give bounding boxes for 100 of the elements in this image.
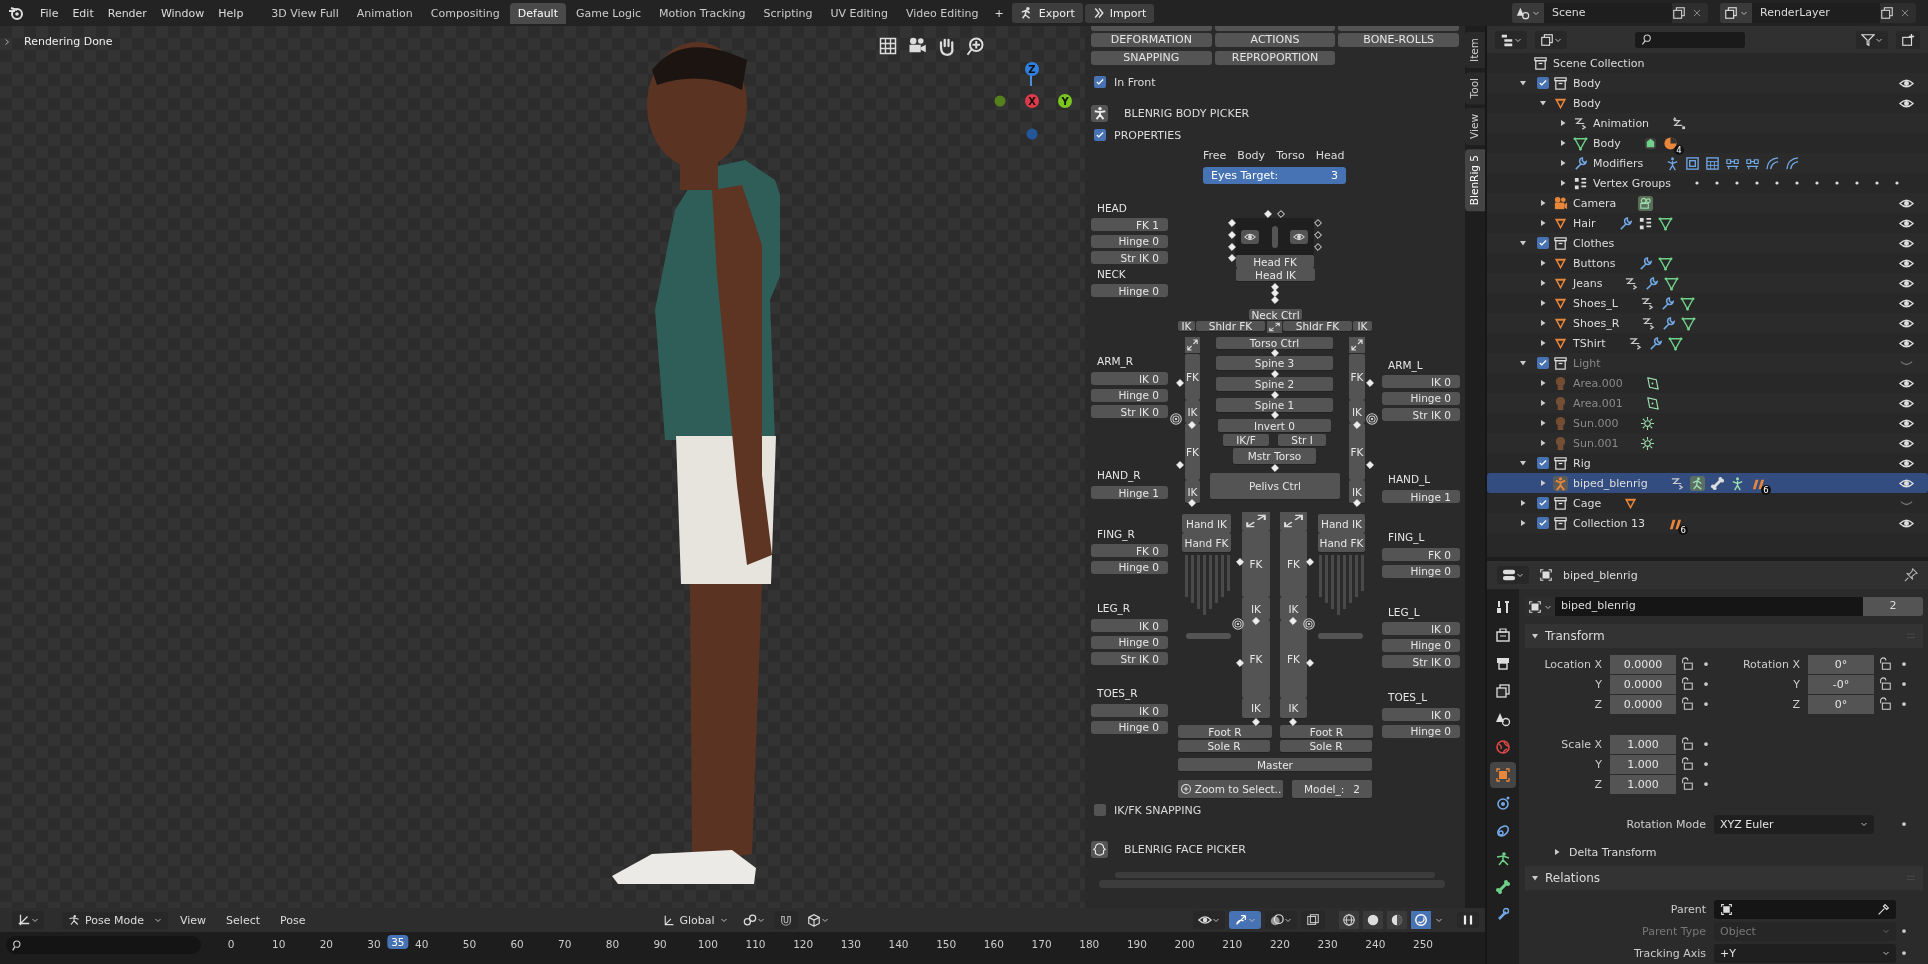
bone-button[interactable]: FK [1242,530,1270,597]
bone-button[interactable]: Str I [1278,434,1326,446]
outliner-row[interactable]: Vertex Groups [1487,173,1928,193]
sidebar-tab[interactable]: Item [1465,32,1485,68]
property-button[interactable]: Hinge 0 [1091,388,1168,402]
outliner-row[interactable]: Sun.000 [1487,413,1928,433]
property-button[interactable]: Str IK 0 [1091,251,1168,264]
bone-button[interactable]: Foot R [1280,725,1373,738]
model-field[interactable]: Model_: 2 [1292,780,1372,798]
property-button[interactable]: IK 0 [1382,622,1460,635]
menu-item[interactable]: Window [154,3,211,23]
bone-button[interactable]: Spine 2 [1216,377,1333,391]
bone-button[interactable]: Torso Ctrl [1216,337,1333,349]
bone-button[interactable]: IK [1185,480,1200,503]
property-button[interactable]: IK 0 [1091,619,1168,632]
menu-item[interactable]: Help [212,3,250,23]
picker-menu-button[interactable]: BONE-ROLLS [1338,33,1459,47]
property-button[interactable]: IK 0 [1091,372,1168,385]
menu-item[interactable]: Select [218,911,269,929]
zoom-to-selected-button[interactable]: Zoom to Select.. [1178,780,1283,798]
bone-button[interactable]: FK [1349,423,1365,480]
property-button[interactable]: Hinge 0 [1091,284,1168,297]
bone-button[interactable]: Shldr FK [1196,321,1265,331]
outliner-row[interactable]: Body [1487,93,1928,113]
number-field[interactable]: -0° [1808,674,1874,694]
bone-button[interactable]: FK [1280,530,1307,597]
bone-button[interactable]: FK [1349,354,1365,400]
bone-button[interactable]: FK [1185,354,1200,400]
workspace-tab[interactable]: Video Editing [897,2,987,24]
current-frame-indicator[interactable]: 35 [387,935,409,949]
panel-title[interactable]: Transform [1545,629,1605,643]
bone-button[interactable]: Hand FK [1182,533,1231,552]
workspace-tab[interactable]: Default [509,2,566,24]
outliner-row[interactable]: Shoes_L [1487,293,1928,313]
bone-button[interactable]: Neck Ctrl [1249,309,1302,320]
sidebar-tab[interactable]: BlenRig 5 [1465,149,1485,212]
outliner-row[interactable]: Area.000 [1487,373,1928,393]
number-field[interactable]: 0.0000 [1610,654,1676,674]
bone-button[interactable]: IK [1185,400,1200,423]
workspace-tab[interactable]: UV Editing [822,2,896,24]
bone-button[interactable]: Hand IK [1318,514,1365,533]
property-button[interactable]: Hinge 0 [1382,391,1460,405]
object-name-field[interactable]: biped_blenrig [1555,597,1863,616]
workspace-tab[interactable]: Scripting [755,2,821,24]
number-field[interactable]: 0° [1808,654,1874,674]
number-field[interactable]: 1.000 [1610,754,1676,774]
menu-item[interactable]: Edit [66,3,100,23]
property-button[interactable]: Hinge 1 [1382,490,1460,503]
bone-button[interactable]: Mstr Torso [1233,448,1316,464]
sidebar-tab[interactable]: View [1465,108,1485,146]
property-button[interactable]: IK 0 [1382,375,1460,388]
bone-button[interactable]: IK/F [1223,434,1269,446]
bone-button[interactable]: IK [1178,321,1195,331]
rotation-mode-dropdown[interactable]: XYZ Euler [1714,814,1874,834]
bone-button[interactable]: FK [1185,423,1200,480]
bone-button[interactable]: IK [1242,597,1270,620]
bone-button[interactable]: IK [1280,597,1307,620]
property-button[interactable]: Hinge 0 [1091,560,1168,574]
menu-item[interactable]: View [172,911,215,929]
property-button[interactable]: Hinge 1 [1091,486,1168,499]
bone-button[interactable]: FK [1242,620,1270,698]
number-field[interactable]: 0° [1808,694,1874,714]
bone-button[interactable]: Shldr FK [1283,321,1352,331]
axis-handle[interactable]: X [1025,94,1039,108]
bone-button[interactable]: Sole R [1178,740,1270,752]
panel-title[interactable]: Delta Transform [1569,845,1657,859]
picker-menu-button[interactable]: SNAPPING [1091,51,1212,65]
workspace-tab[interactable]: Game Logic [568,2,649,24]
axis-handle[interactable]: Y [1058,94,1072,108]
menu-item[interactable]: File [34,3,65,23]
property-button[interactable]: Hinge 0 [1091,720,1168,734]
scene-field[interactable]: Scene [1544,3,1672,23]
property-button[interactable]: Hinge 0 [1382,724,1460,738]
user-count[interactable]: 2 [1863,597,1923,616]
outliner-row[interactable]: biped_blenrig 6 [1487,473,1928,493]
picker-menu-button[interactable]: DEFORMATION [1091,33,1212,47]
property-button[interactable]: FK 0 [1382,548,1460,561]
workspace-tab[interactable]: Compositing [422,2,508,24]
eyes-target-field[interactable]: Eyes Target: 3 [1203,167,1346,184]
outliner-row[interactable]: Cage [1487,493,1928,513]
number-field[interactable]: 0.0000 [1610,674,1676,694]
bone-button[interactable]: Pelivs Ctrl [1210,473,1340,499]
menu-item[interactable]: Pose [272,911,314,929]
outliner-row[interactable]: Buttons [1487,253,1928,273]
property-button[interactable]: FK 1 [1091,218,1168,231]
bone-button[interactable]: Head IK [1236,268,1315,281]
number-field[interactable]: 1.000 [1610,734,1676,754]
property-button[interactable]: Str IK 0 [1382,655,1460,668]
bone-button[interactable]: Hand FK [1318,533,1365,552]
bone-button[interactable]: FK [1280,620,1307,698]
property-button[interactable]: Str IK 0 [1091,652,1168,665]
bone-button[interactable]: Foot R [1178,725,1272,738]
workspace-tab[interactable]: Animation [348,2,421,24]
picker-menu-button[interactable]: ACTIONS [1214,33,1336,47]
workspace-tab[interactable]: Motion Tracking [651,2,754,24]
number-field[interactable]: 1.000 [1610,774,1676,794]
property-button[interactable]: Hinge 0 [1382,638,1460,652]
menu-item[interactable]: Render [101,3,153,23]
property-button[interactable]: IK 0 [1091,704,1168,717]
import-button[interactable]: Import [1084,3,1155,23]
